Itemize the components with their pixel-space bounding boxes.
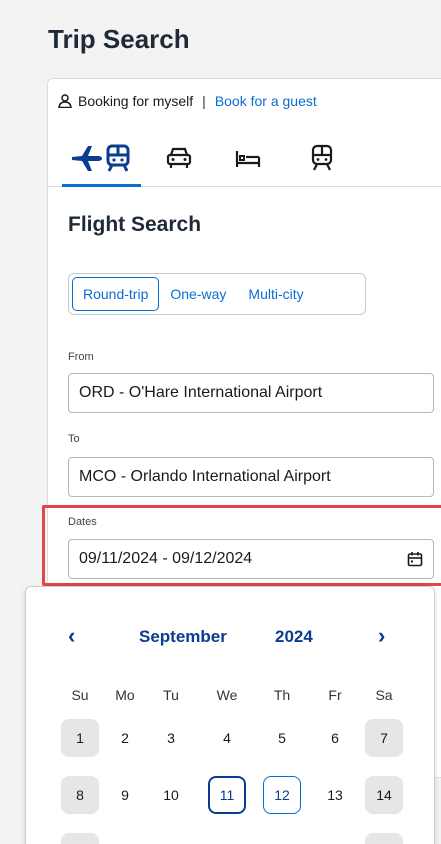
calendar-year: 2024 [275, 627, 313, 646]
weekday-header: Th [273, 687, 291, 703]
bed-icon [235, 151, 261, 167]
dates-highlight-box [42, 505, 441, 586]
car-icon [166, 147, 192, 168]
calendar-day[interactable]: 5 [263, 719, 301, 757]
calendar-day[interactable]: 20 [316, 833, 354, 844]
calendar-day[interactable]: 9 [106, 776, 144, 814]
calendar-day[interactable]: 1 [61, 719, 99, 757]
calendar-day[interactable]: 19 [263, 833, 301, 844]
train-icon [106, 144, 130, 172]
calendar-month: September [139, 627, 227, 646]
calendar-day[interactable]: 17 [152, 833, 190, 844]
tab-flight[interactable] [70, 141, 130, 175]
previous-month-button[interactable]: ‹ [68, 623, 75, 649]
calendar-day[interactable]: 21 [365, 833, 403, 844]
calendar-day[interactable]: 3 [152, 719, 190, 757]
to-label: To [68, 433, 80, 445]
from-input[interactable]: ORD - O'Hare International Airport [68, 373, 434, 413]
trip-type-selector: Round-trip One-way Multi-city [68, 273, 366, 315]
active-tab-indicator [62, 184, 141, 187]
calendar-day[interactable]: 2 [106, 719, 144, 757]
book-for-guest-link[interactable]: Book for a guest [215, 93, 317, 109]
weekday-header: Fr [328, 687, 342, 703]
round-trip-button[interactable]: Round-trip [72, 277, 160, 311]
calendar-day[interactable]: 7 [365, 719, 403, 757]
calendar-day[interactable]: 15 [61, 833, 99, 844]
weekday-header: Sa [375, 687, 393, 703]
calendar-day[interactable]: 11 [208, 776, 246, 814]
one-way-button[interactable]: One-way [159, 277, 237, 311]
calendar-day[interactable]: 14 [365, 776, 403, 814]
booking-for-row: Booking for myself | Book for a guest [58, 93, 317, 109]
weekday-header: We [216, 687, 238, 703]
weekday-header: Mo [115, 687, 135, 703]
date-picker-popup: ‹ September 2024 › Su Mo Tu We Th Fr Sa 1 2 3 4 5 6 7… [25, 586, 435, 844]
page-title: Trip Search [48, 24, 190, 54]
calendar-day[interactable]: 8 [61, 776, 99, 814]
flight-search-title: Flight Search [68, 213, 202, 236]
weekday-header: Su [71, 687, 89, 703]
calendar-day[interactable]: 13 [316, 776, 354, 814]
travel-mode-tabs [48, 137, 441, 187]
train-icon [311, 144, 333, 171]
tab-car[interactable] [166, 141, 192, 175]
calendar-day[interactable]: 16 [106, 833, 144, 844]
to-input[interactable]: MCO - Orlando International Airport [68, 457, 434, 497]
calendar-day[interactable]: 6 [316, 719, 354, 757]
calendar-day[interactable]: 4 [208, 719, 246, 757]
calendar-day[interactable]: 12 [263, 776, 301, 814]
tab-hotel[interactable] [234, 141, 262, 175]
from-label: From [68, 351, 94, 363]
next-month-button[interactable]: › [378, 623, 385, 649]
person-icon [58, 94, 72, 108]
calendar-day[interactable]: 18 [208, 833, 246, 844]
weekday-header: Tu [163, 687, 179, 703]
booking-separator: | [202, 93, 206, 109]
airplane-icon [72, 146, 102, 171]
calendar-day[interactable]: 10 [152, 776, 190, 814]
tab-train[interactable] [310, 141, 334, 175]
booking-self-label: Booking for myself [78, 93, 194, 109]
multi-city-button[interactable]: Multi-city [237, 277, 314, 311]
